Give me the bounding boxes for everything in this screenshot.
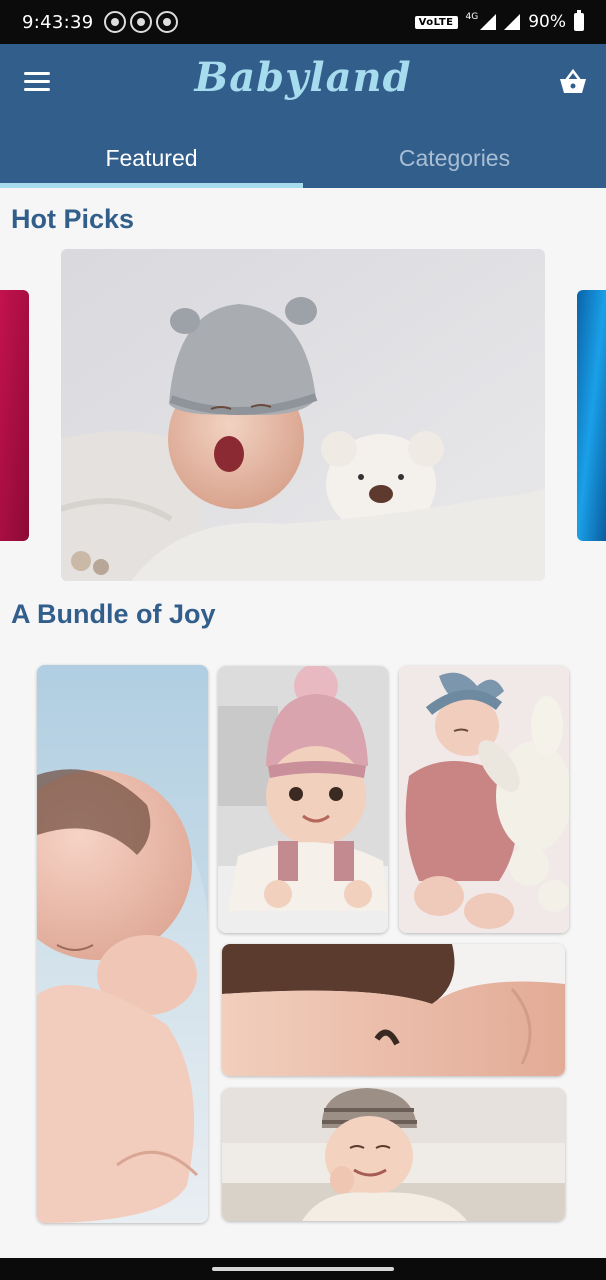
bundle-image-sleeping-newborn[interactable] [37, 665, 208, 1223]
tab-featured[interactable]: Featured [0, 128, 303, 188]
whatsapp-icon [103, 11, 126, 33]
battery-icon [574, 10, 584, 31]
carousel-next-image[interactable] [577, 290, 606, 541]
basket-icon[interactable] [558, 68, 588, 96]
brand-logo: Babyland [194, 54, 412, 101]
status-time: 9:43:39 [22, 11, 94, 33]
system-nav-bar [0, 1258, 606, 1280]
status-bar: 9:43:39 VoLTE 4G 90% [0, 0, 606, 44]
home-indicator[interactable] [212, 1267, 394, 1271]
bundle-image-baby-closeup[interactable] [222, 944, 565, 1076]
volte-badge: VoLTE [414, 15, 458, 29]
bundle-image-baby-striped-hat[interactable] [222, 1088, 565, 1221]
app-bar: Babyland Featured Categories [0, 44, 606, 188]
carousel-prev-image[interactable] [0, 290, 29, 541]
whatsapp-icon [129, 11, 152, 33]
hot-pick-image[interactable] [61, 249, 545, 581]
notification-icons [103, 11, 178, 33]
system-icons: VoLTE 4G 90% [414, 10, 584, 32]
section-title-hot-picks: Hot Picks [11, 204, 135, 234]
section-title-bundle-of-joy: A Bundle of Joy [11, 599, 216, 629]
bundle-image-baby-pink-hat[interactable] [218, 666, 388, 933]
whatsapp-icon [155, 11, 178, 33]
tab-bar: Featured Categories [0, 128, 606, 188]
tab-categories[interactable]: Categories [303, 128, 606, 188]
signal-icon [480, 14, 497, 30]
signal-icon [504, 14, 521, 30]
bundle-image-baby-with-bunny[interactable] [399, 666, 569, 933]
battery-percent: 90% [528, 12, 566, 32]
lte-label: 4G [465, 12, 479, 22]
